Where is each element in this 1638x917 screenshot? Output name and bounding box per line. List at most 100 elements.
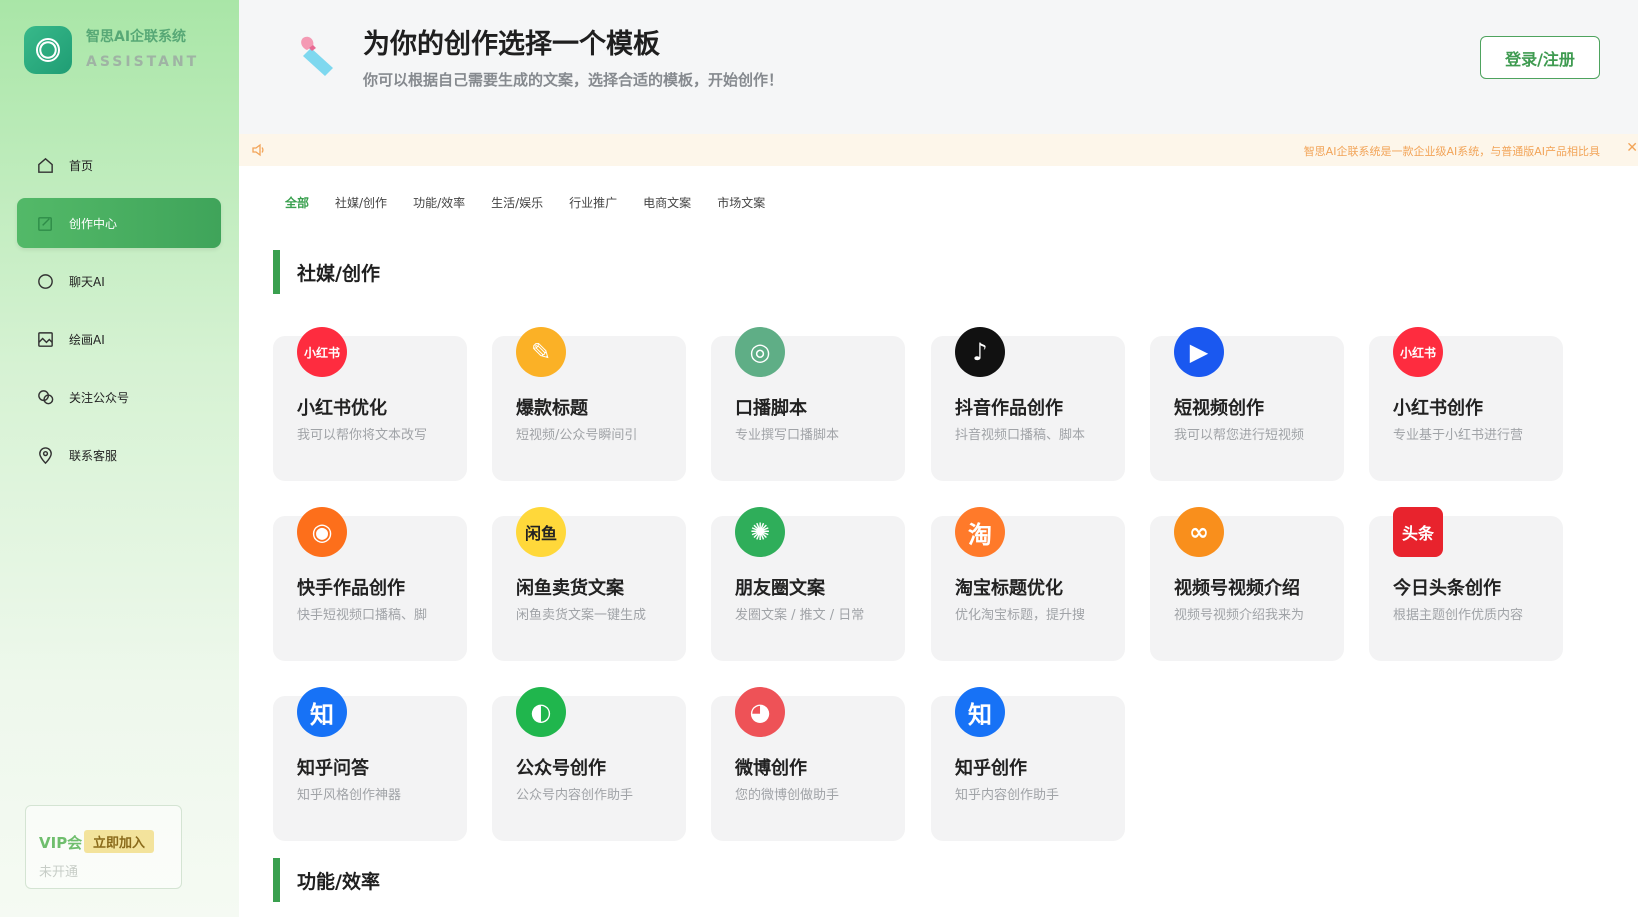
sidebar-item-label: 聊天AI [69, 274, 105, 289]
wechat-official-icon: ◐ [516, 687, 566, 737]
tab-ecommerce-copy[interactable]: 电商文案 [643, 194, 691, 211]
template-card[interactable]: ◐ 公众号创作公众号内容创作助手 [492, 687, 686, 841]
template-card[interactable]: 知知乎创作 知乎内容创作助手 [931, 687, 1125, 841]
tab-life-entertainment[interactable]: 生活/娱乐 [491, 194, 543, 211]
template-card-description: 发圈文案 / 推文 / 日常 [735, 608, 865, 623]
template-card-title: 淘宝标题优化 [955, 578, 1063, 599]
template-card[interactable]: ◉ 快手作品创作快手短视频口播稿、脚 [273, 507, 467, 661]
template-card-description: 抖音视频口播稿、脚本 [955, 428, 1086, 443]
brand-title: 智思AI企联系统 [86, 29, 187, 45]
sidebar-item-paint-ai[interactable]: 绘画AI [17, 314, 221, 364]
pen-icon: ✎ [516, 327, 566, 377]
channels-icon: ∞ [1174, 507, 1224, 557]
template-card-description: 我可以帮你将文本改写 [297, 428, 428, 443]
template-card-title: 闲鱼卖货文案 [516, 578, 624, 599]
section-heading: 功能/效率 [273, 858, 380, 902]
template-card[interactable]: 小红书小红书创作专业基于小红书进行营 [1369, 327, 1563, 481]
kuaishou-icon: ◉ [297, 507, 347, 557]
notice-bar: 智思AI企联系统是一款企业级AI系统，与普通版AI产品相比具 ✕ [239, 134, 1638, 166]
vip-title: VIP会 [39, 834, 83, 852]
template-card[interactable]: ∞ 视频号视频介绍 视频号视频介绍我来为 [1150, 507, 1344, 661]
template-card-title: 小红书优化 [297, 398, 387, 419]
tab-market-copy[interactable]: 市场文案 [717, 194, 765, 211]
template-card-title: 爆款标题 [516, 398, 588, 419]
template-card[interactable]: ◕ 微博创作 您的微博创做助手 [711, 687, 905, 841]
vip-join-button[interactable]: 立即加入 [84, 830, 155, 853]
template-card-description: 快手短视频口播稿、脚 [297, 608, 428, 623]
notice-text: 智思AI企联系统是一款企业级AI系统，与普通版AI产品相比具 [1303, 145, 1600, 158]
main-content: 全部 社媒/创作 功能/效率 生活/娱乐 行业推广 电商文案 市场文案 社媒/创… [239, 166, 1638, 917]
sidebar-item-contact-support[interactable]: 联系客服 [17, 430, 221, 480]
section-title: 社媒/创作 [297, 262, 380, 285]
template-card-description: 短视频/公众号瞬间引 [516, 428, 638, 443]
weibo-icon: ◕ [735, 687, 785, 737]
template-card-description: 公众号内容创作助手 [516, 788, 634, 803]
logo-icon[interactable] [24, 26, 72, 74]
template-card[interactable]: 淘淘宝标题优化 优化淘宝标题，提升搜 [931, 507, 1125, 661]
template-card-description: 专业撰写口播脚本 [735, 428, 840, 443]
template-card-title: 口播脚本 [735, 398, 807, 419]
template-card[interactable]: 头条 今日头条创作 根据主题创作优质内容 [1369, 507, 1563, 661]
template-card[interactable]: ▶ 短视频创作 我可以帮您进行短视频 [1150, 327, 1344, 481]
sidebar-nav: 首页 创作中心 聊天AI 绘画AI 关注公众号 联系客服 [17, 140, 221, 488]
template-card-title: 朋友圈文案 [735, 578, 825, 599]
template-card[interactable]: ✺ 朋友圈文案发圈文案 / 推文 / 日常 [711, 507, 905, 661]
template-card[interactable]: 闲鱼闲鱼卖货文案闲鱼卖货文案一键生成 [492, 507, 686, 661]
douyin-icon: ♪ [955, 327, 1005, 377]
template-card-title: 快手作品创作 [297, 578, 405, 599]
template-card-description: 我可以帮您进行短视频 [1174, 428, 1305, 443]
template-card[interactable]: 知知乎问答 知乎风格创作神器 [273, 687, 467, 841]
section-accent-bar [273, 250, 280, 294]
tab-industry-promotion[interactable]: 行业推广 [569, 194, 617, 211]
taobao-icon: 淘 [955, 507, 1005, 557]
sidebar-item-creation-center[interactable]: 创作中心 [17, 198, 221, 248]
category-tabs: 全部 社媒/创作 功能/效率 生活/娱乐 行业推广 电商文案 市场文案 [285, 194, 791, 211]
template-card[interactable]: ◎ 口播脚本 专业撰写口播脚本 [711, 327, 905, 481]
template-card-title: 今日头条创作 [1393, 578, 1501, 599]
brand-subtitle: ASSISTANT [86, 54, 200, 70]
edit-icon [35, 213, 55, 233]
template-card-title: 视频号视频介绍 [1174, 578, 1300, 599]
xianyu-icon: 闲鱼 [516, 507, 566, 557]
sidebar-item-label: 绘画AI [69, 332, 105, 347]
login-register-button[interactable]: 登录/注册 [1480, 36, 1600, 79]
page-header: 为你的创作选择一个模板 你可以根据自己需要生成的文案，选择合适的模板，开始创作！… [239, 0, 1638, 134]
template-card-title: 知乎问答 [297, 758, 369, 779]
template-card-description: 闲鱼卖货文案一键生成 [516, 608, 647, 623]
vip-status: 未开通 [39, 865, 79, 880]
section-heading: 社媒/创作 [273, 250, 380, 294]
template-card-description: 专业基于小红书进行营 [1393, 428, 1524, 443]
sidebar-item-home[interactable]: 首页 [17, 140, 221, 190]
xiaohongshu-icon: 小红书 [1393, 327, 1443, 377]
page-subtitle: 你可以根据自己需要生成的文案，选择合适的模板，开始创作！ [363, 71, 784, 89]
vip-card[interactable]: VIP会 立即加入 未开通 [25, 805, 182, 889]
wechat-icon [35, 387, 55, 407]
home-icon [35, 155, 55, 175]
sidebar-item-label: 首页 [69, 158, 94, 173]
location-icon [35, 445, 55, 465]
tab-all[interactable]: 全部 [285, 194, 309, 211]
section-accent-bar [273, 858, 280, 902]
template-card-title: 抖音作品创作 [955, 398, 1063, 419]
template-card[interactable]: 小红书 小红书优化 我可以帮你将文本改写 [273, 327, 467, 481]
chat-icon [35, 271, 55, 291]
template-card[interactable]: ✎ 爆款标题短视频/公众号瞬间引 [492, 327, 686, 481]
moments-icon: ✺ [735, 507, 785, 557]
zhihu-icon: 知 [955, 687, 1005, 737]
brush-icon [301, 36, 333, 76]
template-card-description: 您的微博创做助手 [735, 788, 840, 803]
template-card[interactable]: ♪ 抖音作品创作抖音视频口播稿、脚本 [931, 327, 1125, 481]
speaker-icon [252, 143, 264, 157]
play-icon: ▶ [1174, 327, 1224, 377]
template-card-title: 知乎创作 [955, 758, 1027, 779]
template-card-description: 根据主题创作优质内容 [1393, 608, 1524, 623]
tab-social-creation[interactable]: 社媒/创作 [335, 194, 387, 211]
sidebar-item-follow-official[interactable]: 关注公众号 [17, 372, 221, 422]
template-card-title: 小红书创作 [1393, 398, 1483, 419]
section-title: 功能/效率 [297, 870, 380, 893]
template-card-title: 公众号创作 [516, 758, 606, 779]
tab-function-efficiency[interactable]: 功能/效率 [413, 194, 465, 211]
sidebar-item-chat-ai[interactable]: 聊天AI [17, 256, 221, 306]
close-icon[interactable]: ✕ [1626, 140, 1638, 156]
page-title: 为你的创作选择一个模板 [363, 29, 660, 60]
